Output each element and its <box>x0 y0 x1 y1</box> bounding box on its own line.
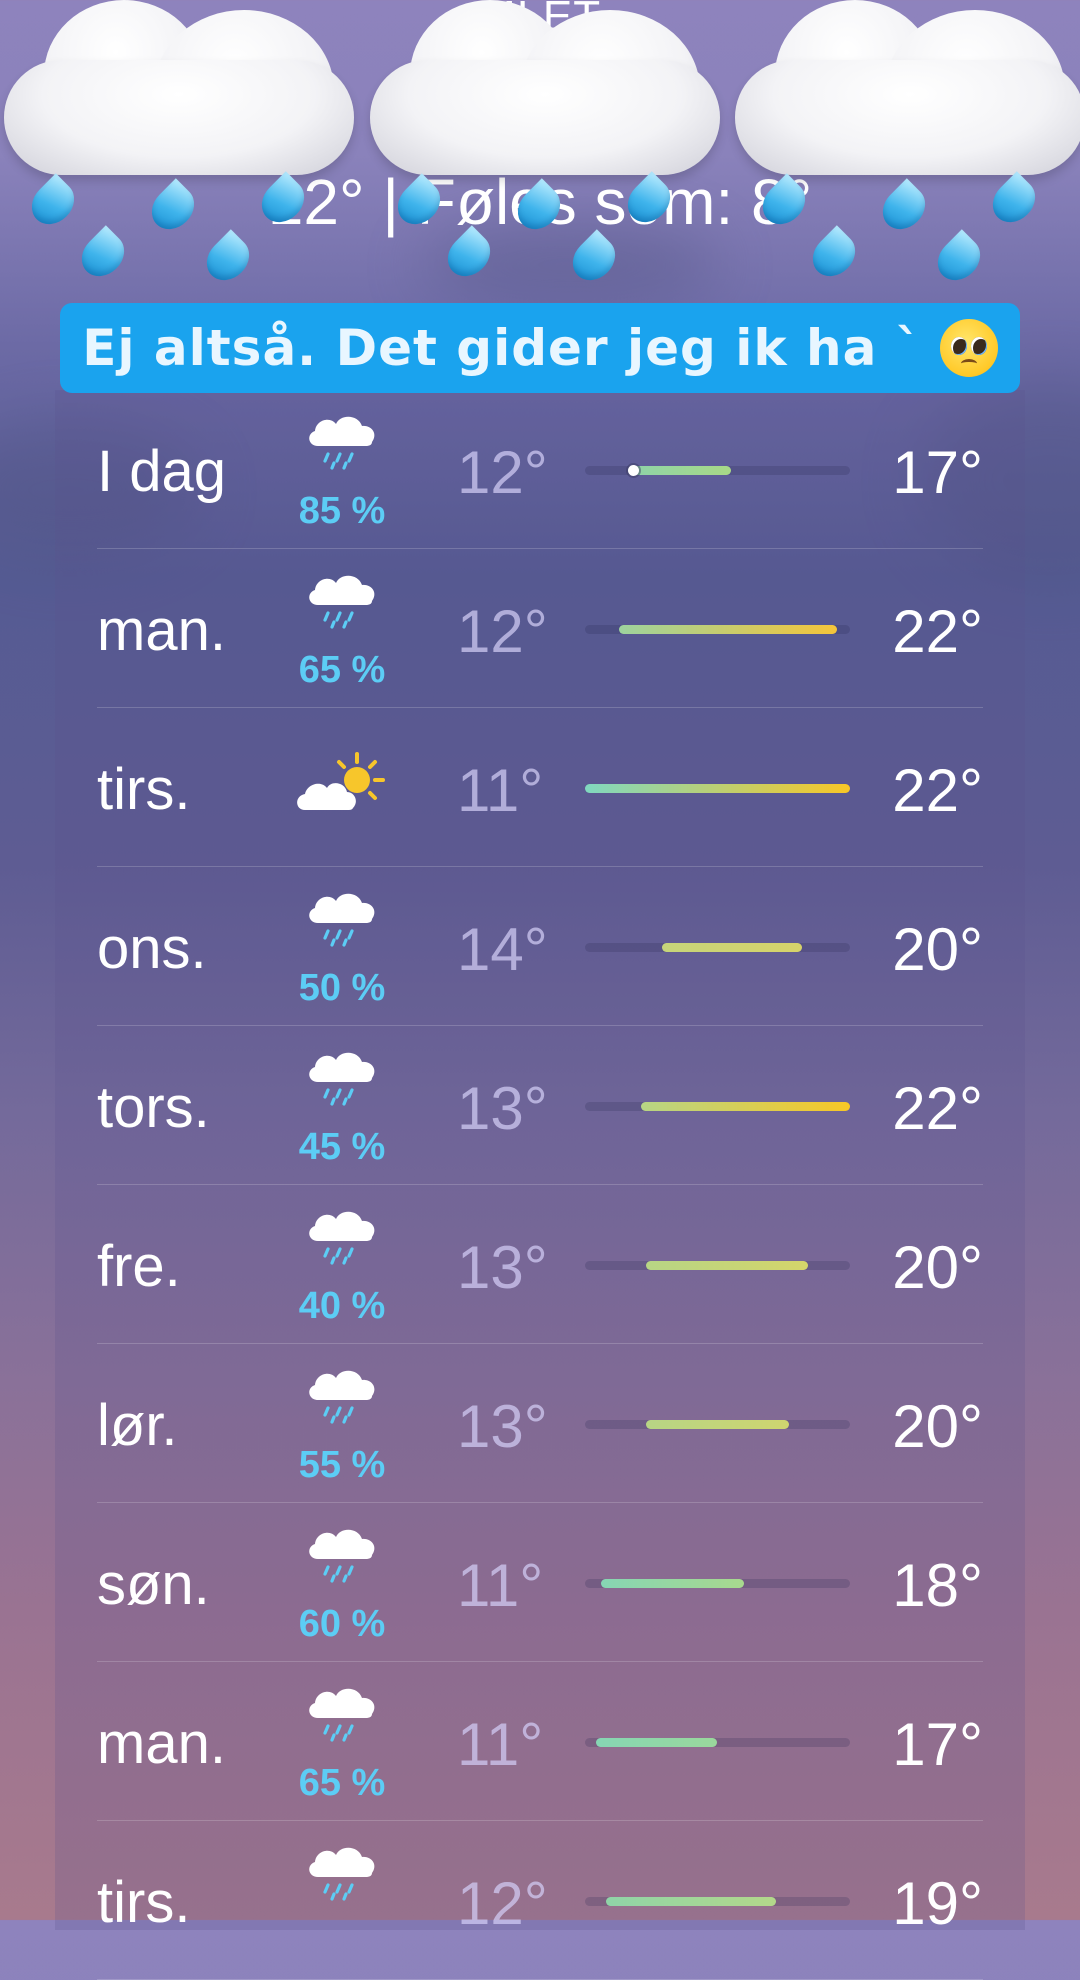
low-temperature: 11° <box>457 1552 544 1619</box>
forecast-row[interactable]: fre. 40 % 13° 20° <box>97 1185 983 1344</box>
temperature-range-bar <box>585 1738 850 1747</box>
high-temperature: 18° <box>892 1552 983 1619</box>
forecast-row[interactable]: tirs. 11° 22° <box>97 708 983 867</box>
rain-cloud-icon: 40 % <box>287 1207 397 1327</box>
forecast-row[interactable]: man. 65 % 12° 22° <box>97 549 983 708</box>
high-temperature: 22° <box>892 1075 983 1142</box>
caption-text: Ej altså. Det gider jeg ik ha ` <box>82 319 922 377</box>
low-temperature: 13° <box>457 1075 548 1142</box>
temperature-range-bar <box>585 943 850 952</box>
low-temperature: 12° <box>457 1870 548 1937</box>
high-temperature: 19° <box>892 1870 983 1937</box>
forecast-day-label: søn. <box>97 1552 210 1617</box>
precipitation-chance: 65 % <box>298 1762 386 1804</box>
high-temperature: 20° <box>892 1234 983 1301</box>
high-temperature: 22° <box>892 757 983 824</box>
rain-cloud-icon: 55 % <box>287 1366 397 1486</box>
forecast-day-label: man. <box>97 598 226 663</box>
forecast-row[interactable]: lør. 55 % 13° 20° <box>97 1344 983 1503</box>
low-temperature: 12° <box>457 598 548 665</box>
temperature-range-fill <box>606 1897 776 1906</box>
forecast-day-label: tors. <box>97 1075 210 1140</box>
precipitation-chance: 55 % <box>298 1444 386 1486</box>
forecast-row[interactable]: tors. 45 % 13° 22° <box>97 1026 983 1185</box>
precipitation-chance: 65 % <box>298 649 386 691</box>
rain-cloud-icon: 85 % <box>287 412 397 532</box>
forecast-row[interactable]: tirs. 12° 19° <box>97 1821 983 1980</box>
forecast-row[interactable]: ons. 50 % 14° 20° <box>97 867 983 1026</box>
temperature-range-bar <box>585 1261 850 1270</box>
forecast-day-label: ons. <box>97 916 207 981</box>
forecast-day-label: man. <box>97 1711 226 1776</box>
forecast-row[interactable]: søn. 60 % 11° 18° <box>97 1503 983 1662</box>
pleading-face-emoji <box>939 319 998 377</box>
temperature-range-fill <box>600 1579 744 1588</box>
forecast-row[interactable]: man. 65 % 11° 17° <box>97 1662 983 1821</box>
temperature-range-bar <box>585 1579 850 1588</box>
temperature-range-fill <box>595 1738 718 1747</box>
temperature-range-fill <box>661 943 803 952</box>
forecast-day-label: lør. <box>97 1393 178 1458</box>
low-temperature: 14° <box>457 916 548 983</box>
low-temperature: 13° <box>457 1234 548 1301</box>
temperature-range-fill <box>645 1261 808 1270</box>
temperature-range-bar <box>585 1420 850 1429</box>
high-temperature: 20° <box>892 916 983 983</box>
high-temperature: 20° <box>892 1393 983 1460</box>
low-temperature: 13° <box>457 1393 548 1460</box>
low-temperature: 11° <box>457 1711 544 1778</box>
temperature-range-fill <box>645 1420 790 1429</box>
temperature-range-bar <box>585 625 850 634</box>
high-temperature: 17° <box>892 439 983 506</box>
precipitation-chance: 85 % <box>298 490 386 532</box>
ten-day-forecast-panel[interactable]: I dag 85 % 12° 17° man. 65 % 12° 22° tirs. 11° 22°… <box>55 390 1025 1980</box>
forecast-day-label: tirs. <box>97 1870 191 1935</box>
cloud-with-rain-icon <box>735 0 1080 300</box>
high-temperature: 17° <box>892 1711 983 1778</box>
high-temperature: 22° <box>892 598 983 665</box>
rain-cloud-icon: 65 % <box>287 1684 397 1804</box>
forecast-day-label: fre. <box>97 1234 181 1299</box>
cloud-with-rain-icon <box>370 0 730 300</box>
precipitation-chance: 40 % <box>298 1285 386 1327</box>
caption-banner: Ej altså. Det gider jeg ik ha ` <box>60 303 1020 393</box>
temperature-range-fill <box>619 625 837 634</box>
rain-cloud-icon: 65 % <box>287 571 397 691</box>
low-temperature: 12° <box>457 439 548 506</box>
temperature-range-fill <box>585 784 850 793</box>
rain-cloud-icon <box>287 1843 397 1953</box>
temperature-range-bar <box>585 465 850 476</box>
forecast-day-label: I dag <box>97 439 226 504</box>
cloud-with-rain-icon <box>4 0 364 300</box>
temperature-range-fill <box>632 466 731 475</box>
temperature-range-bar <box>585 1102 850 1111</box>
temperature-range-fill <box>640 1102 850 1111</box>
forecast-row[interactable]: I dag 85 % 12° 17° <box>97 390 983 549</box>
precipitation-chance: 50 % <box>298 967 386 1009</box>
rain-cloud-icon: 60 % <box>287 1525 397 1645</box>
rain-cloud-icon: 50 % <box>287 889 397 1009</box>
low-temperature: 11° <box>457 757 544 824</box>
current-temperature-dot <box>627 465 639 476</box>
partly-sunny-icon <box>287 730 397 840</box>
forecast-day-label: tirs. <box>97 757 191 822</box>
precipitation-chance: 60 % <box>298 1603 386 1645</box>
temperature-range-bar <box>585 784 850 793</box>
temperature-range-bar <box>585 1897 850 1906</box>
precipitation-chance: 45 % <box>298 1126 386 1168</box>
rain-cloud-icon: 45 % <box>287 1048 397 1168</box>
